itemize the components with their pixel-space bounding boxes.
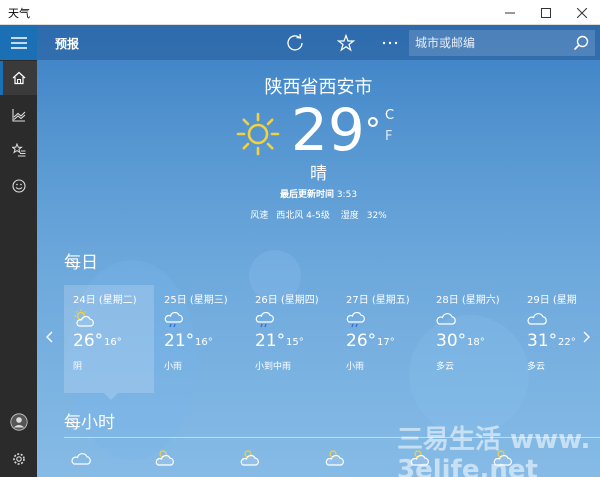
day-card[interactable]: 24日 (星期二) 26° 16° 阴 bbox=[64, 285, 154, 400]
day-card[interactable]: 26日 (星期四) 21° 15° 小到中雨 bbox=[246, 285, 336, 393]
main-panel: 预报 陕西省西安市 bbox=[37, 25, 600, 477]
search-box bbox=[409, 30, 595, 56]
day-card[interactable]: 27日 (星期五) 26° 17° 小雨 bbox=[337, 285, 427, 393]
hamburger-menu-button[interactable] bbox=[0, 25, 37, 60]
close-icon bbox=[577, 7, 587, 18]
favorite-button[interactable] bbox=[335, 32, 357, 54]
sunny-icon bbox=[236, 112, 280, 156]
rain-icon bbox=[164, 311, 183, 328]
current-details: 风速 西北风 4-5级 湿度 32% bbox=[37, 208, 600, 221]
rain-icon bbox=[346, 311, 365, 328]
watermark: 三易生活 www.3elife.net bbox=[397, 425, 591, 477]
sidebar-item-favorites[interactable] bbox=[0, 133, 37, 167]
chevron-left-icon bbox=[46, 331, 53, 343]
refresh-button[interactable] bbox=[284, 32, 306, 54]
partly-sunny-icon bbox=[325, 450, 344, 466]
star-icon bbox=[337, 34, 355, 52]
last-updated: 最后更新时间 3:53 bbox=[279, 190, 358, 200]
current-temperature: 29° bbox=[291, 96, 381, 164]
wind-label: 风速 bbox=[250, 211, 269, 221]
partly-sunny-icon bbox=[155, 450, 174, 466]
app-title: 天气 bbox=[8, 7, 30, 20]
humidity-label: 湿度 bbox=[340, 211, 359, 221]
unit-fahrenheit-toggle[interactable]: F bbox=[385, 129, 392, 144]
smiley-icon bbox=[11, 179, 26, 193]
unit-celsius-toggle[interactable]: C bbox=[385, 108, 394, 123]
sidebar-item-maps[interactable] bbox=[0, 98, 37, 132]
search-input[interactable] bbox=[415, 34, 565, 52]
daily-heading: 每日 bbox=[64, 253, 98, 273]
cloudy-icon bbox=[436, 313, 456, 325]
star-list-icon bbox=[11, 143, 25, 157]
humidity-value: 32% bbox=[366, 211, 387, 221]
sidebar bbox=[0, 25, 37, 477]
rain-icon bbox=[255, 311, 274, 328]
close-button[interactable] bbox=[564, 0, 600, 25]
partly-sunny-icon bbox=[74, 309, 94, 327]
hourly-heading: 每小时 bbox=[64, 413, 115, 433]
search-button[interactable] bbox=[571, 33, 591, 53]
maximize-icon bbox=[541, 7, 551, 18]
partly-sunny-icon bbox=[240, 450, 259, 466]
day-card[interactable]: 28日 (星期六) 30° 18° 多云 bbox=[427, 285, 517, 393]
maximize-button[interactable] bbox=[528, 0, 564, 25]
title-bar: 天气 bbox=[0, 0, 600, 25]
sidebar-item-forecast[interactable] bbox=[0, 61, 37, 95]
minimize-button[interactable] bbox=[492, 0, 528, 25]
cloudy-icon bbox=[527, 313, 547, 325]
gear-icon bbox=[12, 453, 25, 465]
cloudy-icon bbox=[71, 453, 91, 465]
more-icon bbox=[382, 41, 398, 45]
more-button[interactable] bbox=[379, 32, 401, 54]
sidebar-item-life[interactable] bbox=[0, 169, 37, 203]
day-card[interactable]: 29日 (星期 31° 22° 多云 bbox=[518, 285, 600, 393]
top-bar: 预报 bbox=[37, 25, 600, 60]
home-icon bbox=[12, 71, 25, 85]
page-title: 预报 bbox=[55, 37, 80, 51]
wind-value: 西北风 4-5级 bbox=[276, 211, 330, 221]
minimize-icon bbox=[505, 12, 515, 13]
settings-button[interactable] bbox=[0, 442, 37, 476]
current-condition: 晴 bbox=[310, 164, 327, 184]
user-icon bbox=[9, 413, 28, 431]
refresh-icon bbox=[287, 34, 303, 51]
search-icon bbox=[573, 35, 589, 51]
account-button[interactable] bbox=[0, 405, 37, 439]
scroll-left-button[interactable] bbox=[45, 331, 53, 347]
hamburger-icon bbox=[10, 36, 27, 49]
day-card[interactable]: 25日 (星期三) 21° 16° 小雨 bbox=[155, 285, 245, 393]
selected-pointer bbox=[104, 393, 118, 400]
chart-icon bbox=[11, 109, 25, 122]
